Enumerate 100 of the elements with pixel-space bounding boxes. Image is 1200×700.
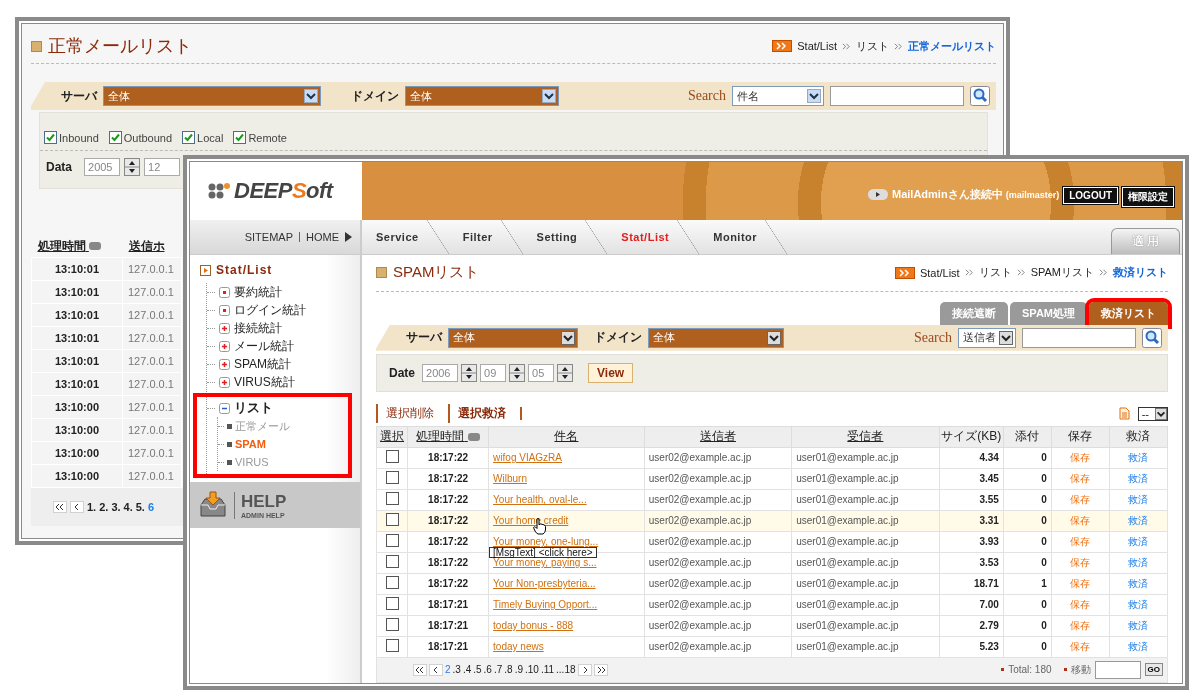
domain-dropdown[interactable]: 全体	[648, 327, 784, 348]
expand-icon[interactable]	[219, 340, 230, 352]
page-icon[interactable]	[219, 286, 230, 298]
day-field[interactable]: 05	[528, 363, 554, 382]
page-link[interactable]: .3	[452, 664, 461, 676]
search-field[interactable]	[830, 86, 964, 106]
checkbox[interactable]	[385, 618, 399, 632]
tree-root[interactable]: Stat/List	[216, 263, 273, 277]
home-link[interactable]: HOME	[306, 231, 339, 243]
previous-page-icon[interactable]	[429, 663, 443, 676]
search-field-dropdown[interactable]: 送信者	[958, 327, 1016, 348]
page-link[interactable]: 5.	[135, 501, 145, 513]
rescue-link[interactable]: 救済	[1128, 515, 1149, 527]
checkbox[interactable]	[385, 555, 399, 569]
tree-item[interactable]: SPAM統計	[234, 355, 292, 373]
page-link[interactable]: ...18	[556, 664, 576, 676]
spinner-icon[interactable]	[557, 363, 573, 382]
page-link[interactable]: .9	[514, 664, 523, 676]
previous-page-icon[interactable]	[70, 501, 84, 513]
column-header[interactable]: 選択	[376, 426, 408, 448]
search-field-dropdown[interactable]: 件名	[732, 86, 824, 106]
dropdown-caret-icon[interactable]	[999, 330, 1013, 345]
spinner-icon[interactable]	[509, 363, 525, 382]
subject-link[interactable]: Wilburn	[493, 473, 527, 485]
page-link[interactable]: .7	[493, 664, 503, 676]
rescue-link[interactable]: 救済	[1128, 599, 1149, 611]
tree-item[interactable]: 接続統計	[234, 319, 282, 337]
header-button[interactable]: 権限設定	[1122, 187, 1174, 207]
month-field[interactable]: 09	[480, 363, 506, 382]
search-icon[interactable]	[970, 86, 990, 106]
action-link[interactable]: 選択削除	[376, 404, 440, 424]
checkbox[interactable]	[44, 131, 57, 144]
breadcrumb-link[interactable]: リスト	[978, 265, 1012, 281]
rescue-link[interactable]: 救済	[1128, 641, 1149, 653]
page-link[interactable]: 2	[445, 664, 451, 676]
page-link[interactable]: 6	[147, 501, 155, 513]
tree-item[interactable]: 要約統計	[234, 283, 282, 301]
server-dropdown[interactable]: 全体	[448, 327, 578, 348]
breadcrumb-link[interactable]: Stat/List	[797, 40, 837, 52]
breadcrumb-link[interactable]: リスト	[856, 38, 889, 54]
sitemap-link[interactable]: SITEMAP	[244, 231, 293, 243]
checkbox[interactable]	[385, 534, 399, 548]
breadcrumb-link[interactable]: 救済リスト	[1113, 265, 1168, 281]
search-icon[interactable]	[1142, 327, 1162, 348]
checkbox[interactable]	[233, 131, 247, 144]
dropdown-caret-icon[interactable]	[807, 89, 821, 103]
dropdown-caret-icon[interactable]	[542, 89, 556, 103]
checkbox[interactable]	[182, 131, 196, 144]
breadcrumb-link[interactable]: SPAMリスト	[1030, 265, 1094, 281]
dropdown-caret-icon[interactable]	[767, 330, 781, 345]
checkbox[interactable]	[385, 513, 399, 527]
spinner-icon[interactable]	[461, 363, 477, 382]
rescue-link[interactable]: 救済	[1128, 536, 1149, 548]
page-size-dropdown[interactable]: --	[1137, 406, 1168, 421]
breadcrumb-link[interactable]: Stat/List	[919, 266, 960, 279]
dropdown-caret-icon[interactable]	[304, 89, 318, 103]
column-header[interactable]: 件名	[488, 426, 645, 448]
dropdown-caret-icon[interactable]	[1155, 407, 1167, 420]
rescue-link[interactable]: 救済	[1128, 578, 1149, 590]
expand-icon[interactable]	[219, 322, 230, 334]
go-button[interactable]: GO	[1144, 663, 1163, 677]
year-field[interactable]: 2005	[84, 158, 120, 176]
tree-item[interactable]: ログイン統計	[234, 301, 306, 319]
rescue-link[interactable]: 救済	[1128, 620, 1149, 632]
logo[interactable]: DEEPSoft	[234, 178, 333, 204]
page-link[interactable]: .10	[524, 664, 539, 676]
page-link[interactable]: 3.	[111, 501, 121, 513]
checkbox[interactable]	[385, 576, 399, 590]
column-header[interactable]: 送信ホ	[122, 235, 182, 258]
month-field[interactable]: 12	[144, 158, 180, 176]
search-field[interactable]	[1022, 327, 1136, 348]
first-page-icon[interactable]	[53, 501, 67, 513]
collapse-icon[interactable]	[219, 402, 230, 414]
rescue-link[interactable]: 救済	[1128, 557, 1149, 569]
subject-link[interactable]: today news	[493, 641, 544, 653]
page-link[interactable]: .11	[540, 664, 555, 676]
spinner-icon[interactable]	[124, 158, 140, 176]
column-header[interactable]: 処理時間	[31, 235, 123, 258]
column-header[interactable]: サイズ(KB)	[939, 426, 1004, 448]
tree-item[interactable]: リスト	[234, 399, 273, 417]
page-icon[interactable]	[219, 304, 230, 316]
breadcrumb-link[interactable]: 正常メールリスト	[908, 38, 996, 54]
rescue-link[interactable]: 救済	[1128, 473, 1149, 485]
page-link[interactable]: 2.	[99, 501, 109, 513]
checkbox[interactable]	[385, 639, 399, 653]
rescue-link[interactable]: 救済	[1128, 452, 1149, 464]
action-link[interactable]: 選択救済	[448, 404, 512, 424]
column-header[interactable]: 処理時間	[407, 426, 489, 448]
domain-dropdown[interactable]: 全体	[405, 86, 559, 106]
page-link[interactable]: 4.	[123, 501, 133, 513]
view-button[interactable]: View	[588, 362, 634, 383]
page-link[interactable]: 1.	[87, 501, 97, 513]
page-link[interactable]: .6	[483, 664, 492, 676]
column-header[interactable]: 保存	[1051, 426, 1110, 448]
page-number-field[interactable]	[1094, 660, 1141, 679]
header-button[interactable]: LOGOUT	[1063, 187, 1118, 204]
checkbox[interactable]	[108, 131, 122, 144]
checkbox[interactable]	[385, 492, 399, 506]
column-header[interactable]: 送信者	[644, 426, 792, 448]
dropdown-caret-icon[interactable]	[561, 330, 575, 345]
